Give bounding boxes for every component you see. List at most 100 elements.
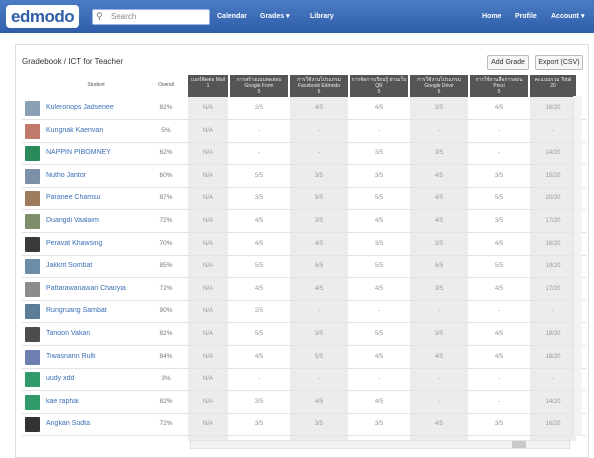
grade-cell[interactable]: N/A — [188, 399, 228, 405]
grade-cell[interactable]: - — [350, 376, 408, 382]
grade-cell[interactable]: 17/20 — [530, 218, 576, 224]
grade-cell[interactable]: 5/5 — [290, 195, 348, 201]
grade-cell[interactable]: 4/5 — [350, 286, 408, 292]
grade-cell[interactable]: 3/5 — [410, 105, 468, 111]
grade-column-header[interactable]: คะแนนรวม Total 20 — [530, 75, 576, 97]
grade-cell[interactable]: 17/20 — [530, 286, 576, 292]
grade-cell[interactable]: 14/20 — [530, 150, 576, 156]
grade-cell[interactable]: - — [530, 308, 576, 314]
student-avatar[interactable] — [25, 304, 40, 320]
grade-cell[interactable]: 2/5 — [230, 105, 288, 111]
grade-cell[interactable]: 3/5 — [290, 421, 348, 427]
grade-cell[interactable]: 4/5 — [350, 354, 408, 360]
student-name-link[interactable]: Rungruang Sambat — [46, 307, 146, 314]
grade-cell[interactable]: - — [470, 376, 528, 382]
grade-cell[interactable]: 4/5 — [350, 399, 408, 405]
student-avatar[interactable] — [25, 259, 40, 275]
grade-cell[interactable]: 5/5 — [290, 354, 348, 360]
grade-cell[interactable]: N/A — [188, 376, 228, 382]
grade-cell[interactable]: 4/5 — [290, 399, 348, 405]
student-name-link[interactable]: Paranee Chamsu — [46, 194, 146, 201]
overall-column-header[interactable]: Overall — [150, 82, 182, 88]
grade-cell[interactable]: 5/5 — [230, 263, 288, 269]
student-avatar[interactable] — [25, 327, 40, 342]
student-name-link[interactable]: uudy xdd — [46, 375, 146, 382]
grade-cell[interactable]: 5/5 — [230, 173, 288, 179]
nav-grades[interactable]: Grades ▾ — [260, 12, 290, 22]
grade-cell[interactable]: N/A — [188, 331, 228, 337]
student-name-link[interactable]: Tanoon Vakan — [46, 330, 146, 337]
student-name-link[interactable]: Jakkrit Sombat — [46, 262, 146, 269]
grade-cell[interactable]: N/A — [188, 128, 228, 134]
horizontal-scroll-thumb[interactable] — [512, 441, 526, 448]
grade-cell[interactable]: 3/5 — [470, 421, 528, 427]
grade-cell[interactable]: 5/5 — [470, 263, 528, 269]
grade-cell[interactable]: 4/5 — [470, 105, 528, 111]
grade-cell[interactable]: - — [470, 150, 528, 156]
grade-cell[interactable]: 5/5 — [290, 263, 348, 269]
grade-cell[interactable]: 4/5 — [230, 241, 288, 247]
vertical-scrollbar[interactable] — [573, 96, 582, 436]
grade-cell[interactable]: 18/20 — [530, 331, 576, 337]
student-avatar[interactable] — [25, 281, 40, 297]
grade-cell[interactable]: - — [410, 399, 468, 405]
grade-cell[interactable]: - — [230, 376, 288, 382]
grade-cell[interactable]: - — [230, 150, 288, 156]
grade-cell[interactable]: N/A — [188, 218, 228, 224]
grade-cell[interactable]: 3/5 — [350, 241, 408, 247]
grade-cell[interactable]: - — [470, 308, 528, 314]
grade-cell[interactable]: - — [290, 128, 348, 134]
grade-cell[interactable]: 4/5 — [410, 218, 468, 224]
grade-cell[interactable]: 4/5 — [290, 286, 348, 292]
grade-cell[interactable]: N/A — [188, 354, 228, 360]
student-column-header[interactable]: Student — [46, 82, 146, 88]
grade-cell[interactable]: 5/5 — [350, 263, 408, 269]
student-name-link[interactable]: Pattarawanawan Chaoyia — [46, 285, 146, 292]
grade-cell[interactable]: 4/5 — [230, 286, 288, 292]
grade-cell[interactable]: 4/5 — [470, 331, 528, 337]
grade-cell[interactable]: 3/5 — [230, 399, 288, 405]
nav-library[interactable]: Library — [310, 12, 334, 22]
student-name-link[interactable]: Angkan Sudta — [46, 420, 146, 427]
grade-cell[interactable]: 3/5 — [350, 421, 408, 427]
grade-cell[interactable]: 5/5 — [350, 331, 408, 337]
grade-cell[interactable]: 3/5 — [290, 331, 348, 337]
grade-cell[interactable]: - — [530, 376, 576, 382]
grade-cell[interactable]: - — [410, 376, 468, 382]
grade-cell[interactable]: 5/5 — [350, 195, 408, 201]
grade-cell[interactable]: 19/20 — [530, 263, 576, 269]
grade-column-header[interactable]: เบอร์ติดต่อ Mail 1 — [188, 75, 228, 97]
grade-cell[interactable]: N/A — [188, 421, 228, 427]
grade-cell[interactable]: 4/5 — [410, 173, 468, 179]
student-name-link[interactable]: Kungnak Kaenvan — [46, 127, 146, 134]
student-row[interactable]: Jakkrit Sombat 85% N/A 5/5 5/5 5/5 5/5 5/5 19/20 — [22, 256, 586, 279]
nav-account[interactable]: Account ▾ — [551, 12, 584, 22]
search-input[interactable]: Search — [92, 9, 210, 25]
grade-column-header[interactable]: การใช้งานโปรแกรม Google Drive 5 — [410, 75, 468, 97]
grade-cell[interactable]: 16/20 — [530, 105, 576, 111]
grade-cell[interactable]: 3/5 — [410, 286, 468, 292]
grade-cell[interactable]: 3/5 — [230, 421, 288, 427]
grade-cell[interactable]: - — [290, 308, 348, 314]
grade-cell[interactable]: 2/5 — [230, 308, 288, 314]
grade-cell[interactable]: 4/5 — [410, 354, 468, 360]
grade-cell[interactable]: - — [290, 376, 348, 382]
grade-cell[interactable]: N/A — [188, 263, 228, 269]
student-name-link[interactable]: kae raphai — [46, 398, 146, 405]
student-name-link[interactable]: Tiwasnarin Rulti — [46, 353, 146, 360]
grade-cell[interactable]: 4/5 — [470, 354, 528, 360]
student-name-link[interactable]: Nutho Jantor — [46, 172, 146, 179]
student-row[interactable]: Nutho Jantor 60% N/A 5/5 3/5 3/5 4/5 3/5 15/20 — [22, 166, 586, 188]
student-row[interactable]: Paranee Chamsu 87% N/A 3/5 5/5 5/5 4/5 5/5 20/20 — [22, 188, 586, 211]
student-row[interactable]: NAPPIN PIBOMNEY 62% N/A - -3/5 3/5-14/20 — [22, 143, 586, 166]
grade-cell[interactable]: 4/5 — [230, 354, 288, 360]
grade-cell[interactable]: 5/5 — [230, 331, 288, 337]
grade-cell[interactable]: 5/5 — [470, 195, 528, 201]
grade-cell[interactable]: N/A — [188, 105, 228, 111]
grade-cell[interactable]: 3/5 — [470, 173, 528, 179]
grade-column-header[interactable]: การใช้งานสื่อการสอน Prezi 5 — [470, 75, 528, 97]
grade-cell[interactable]: 4/5 — [350, 218, 408, 224]
student-name-link[interactable]: Peravat Khawsing — [46, 240, 146, 247]
grade-cell[interactable]: 20/20 — [530, 195, 576, 201]
grade-cell[interactable]: N/A — [188, 241, 228, 247]
